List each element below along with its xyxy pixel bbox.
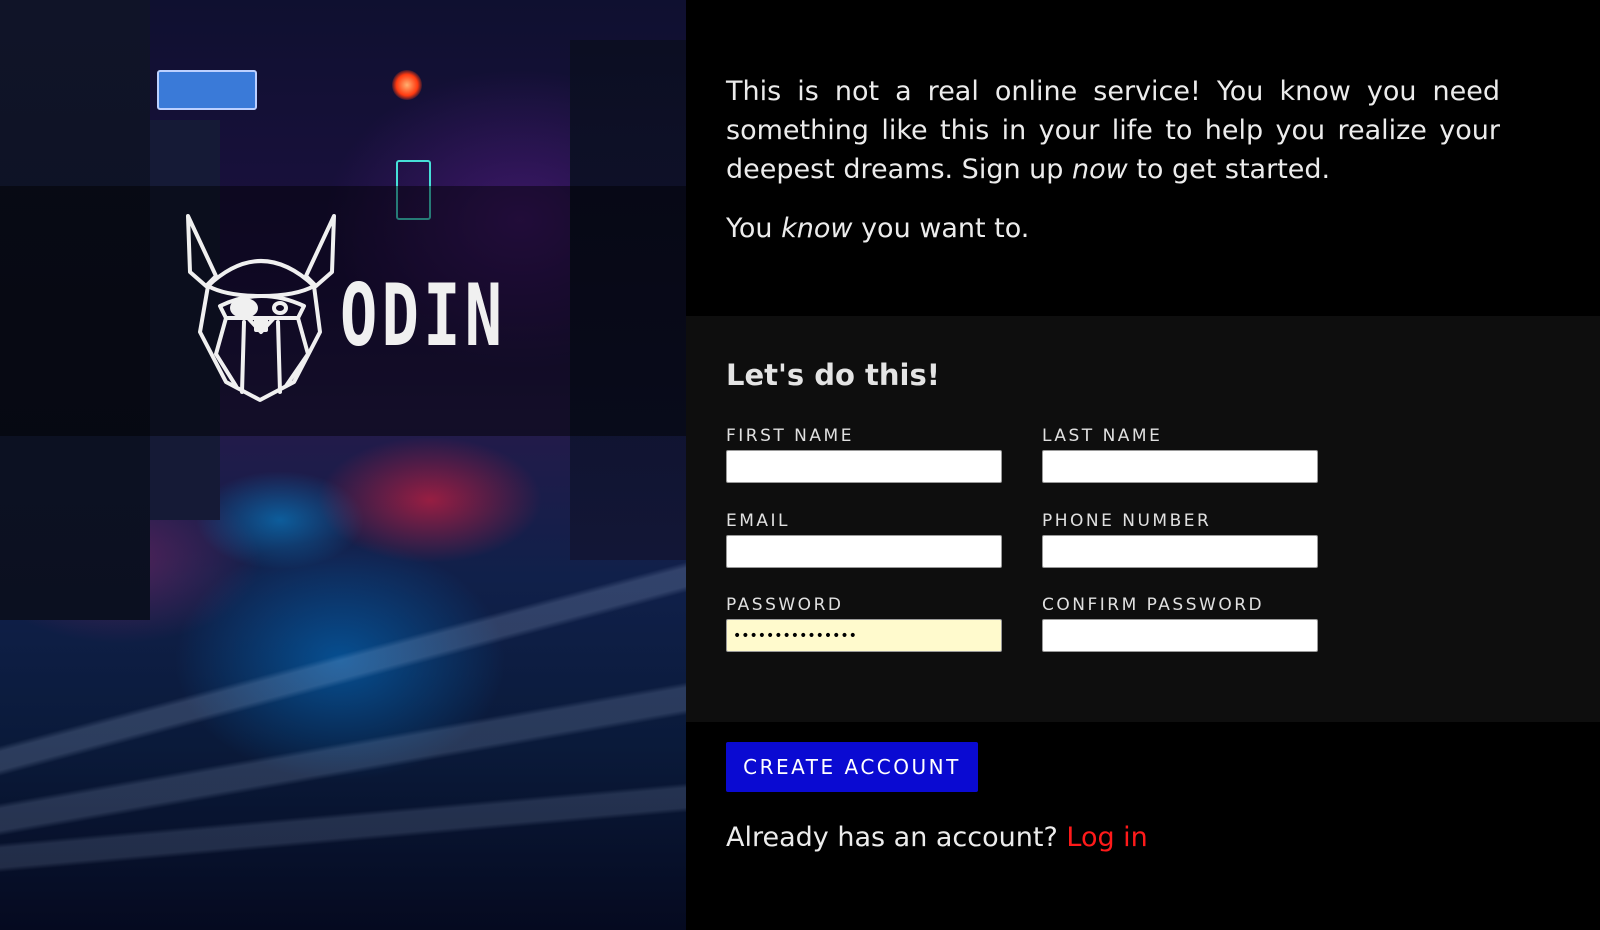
last-name-group: LAST NAME (1042, 424, 1318, 483)
first-name-input[interactable] (726, 450, 1002, 483)
intro-tagline: You know you want to. (726, 209, 1500, 248)
phone-input[interactable] (1042, 535, 1318, 568)
phone-group: PHONE NUMBER (1042, 509, 1318, 568)
password-group: PASSWORD (726, 593, 1002, 652)
form-title: Let's do this! (726, 358, 940, 392)
last-name-label: LAST NAME (1042, 426, 1163, 446)
phone-label: PHONE NUMBER (1042, 511, 1212, 531)
confirm-password-input[interactable] (1042, 619, 1318, 652)
hero-image: ODIN (0, 0, 686, 930)
first-name-label: FIRST NAME (726, 426, 854, 446)
password-label: PASSWORD (726, 595, 844, 615)
email-label: EMAIL (726, 511, 791, 531)
tagline-text-2: you want to. (852, 213, 1030, 244)
email-group: EMAIL (726, 509, 1002, 568)
last-name-input[interactable] (1042, 450, 1318, 483)
intro-emphasis-now: now (1072, 154, 1128, 185)
intro-section: This is not a real online service! You k… (726, 72, 1500, 248)
brand-logo: ODIN (186, 214, 571, 404)
email-input[interactable] (726, 535, 1002, 568)
create-account-button[interactable]: CREATE ACCOUNT (726, 742, 978, 792)
signup-form: Let's do this! FIRST NAME LAST NAME EMAI… (686, 316, 1600, 722)
brand-name: ODIN (340, 266, 507, 366)
intro-text-2: to get started. (1127, 154, 1331, 185)
login-prompt: Already has an account? Log in (726, 822, 1148, 853)
street-sign (157, 70, 257, 110)
confirm-password-label: CONFIRM PASSWORD (1042, 595, 1265, 615)
first-name-group: FIRST NAME (726, 424, 1002, 483)
password-input[interactable] (726, 619, 1002, 652)
tagline-emphasis-know: know (781, 213, 853, 244)
tagline-text-1: You (726, 213, 782, 244)
intro-paragraph: This is not a real online service! You k… (726, 72, 1500, 189)
login-prompt-text: Already has an account? (726, 822, 1067, 853)
traffic-light (392, 70, 422, 100)
viking-helmet-icon (186, 214, 336, 402)
login-link[interactable]: Log in (1066, 822, 1147, 853)
confirm-password-group: CONFIRM PASSWORD (1042, 593, 1318, 652)
wet-street (0, 500, 686, 930)
